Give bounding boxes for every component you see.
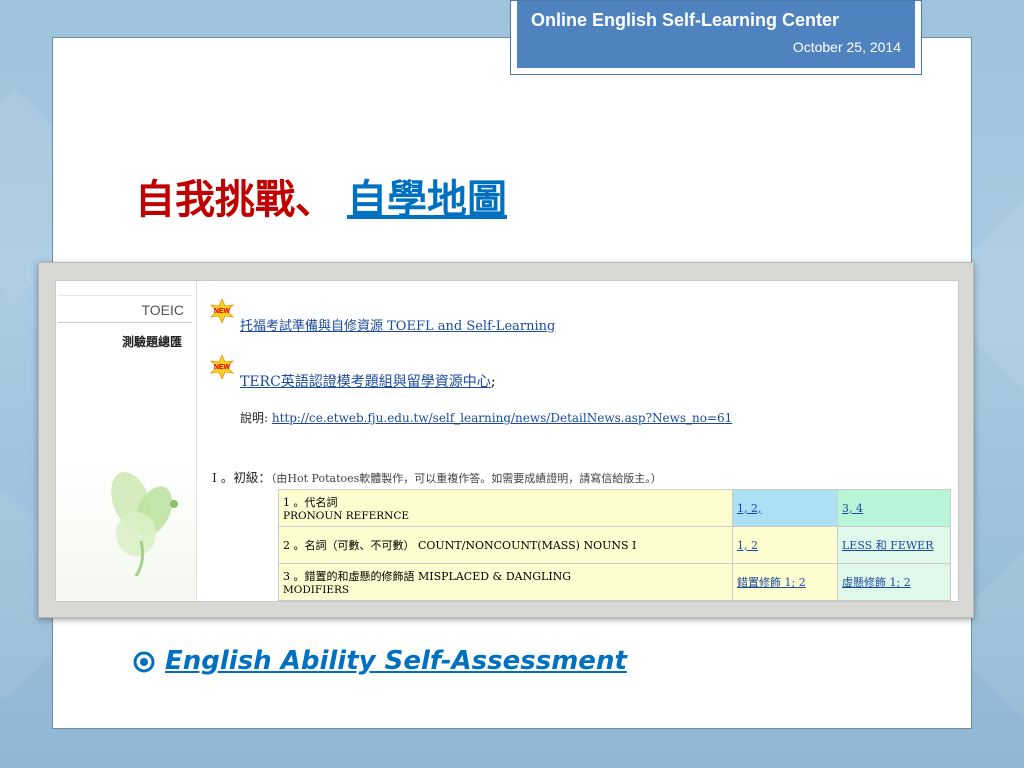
lesson-link[interactable]: 錯置修飾 1; 2 xyxy=(737,576,806,589)
level-heading: I 。初級：（由Hot Potatoes軟體製作，可以重複作答。如需要成績證明，… xyxy=(212,467,662,486)
description-line: 說明: http://ce.etweb.fju.edu.tw/self_lear… xyxy=(240,409,732,426)
lesson-subtitle: PRONOUN REFERNCE xyxy=(283,510,410,522)
screenshot-frame: TOEIC 測驗題總匯 NEW 托福考試準備與自修資源 TOEFL and Se… xyxy=(38,262,974,618)
slide-heading: 自我挑戰、 自學地圖 xyxy=(135,172,507,228)
lesson-subtitle: MODIFIERS xyxy=(283,584,350,596)
level-title: I 。初級： xyxy=(212,470,271,485)
lesson-title: 1 。代名詞 xyxy=(283,496,338,509)
lesson-links-cell: 1, 2, xyxy=(732,489,838,527)
lesson-link[interactable]: 虛懸修飾 1; 2 xyxy=(842,576,911,589)
lesson-title-cell: 1 。代名詞 PRONOUN REFERNCE xyxy=(278,489,733,527)
svg-text:NEW: NEW xyxy=(214,364,231,371)
lesson-table: 1 。代名詞 PRONOUN REFERNCE 1, 2, 3, 4 2 。名詞… xyxy=(278,489,951,601)
slide-header-panel: Online English Self-Learning Center Octo… xyxy=(517,1,915,68)
table-row: 1 。代名詞 PRONOUN REFERNCE 1, 2, 3, 4 xyxy=(278,489,951,527)
slide-header-box: Online English Self-Learning Center Octo… xyxy=(510,0,922,75)
lesson-title-cell: 3 。錯置的和虛懸的修飾語 MISPLACED & DANGLING MODIF… xyxy=(278,563,733,601)
lesson-links-cell: 虛懸修飾 1; 2 xyxy=(837,563,951,601)
lesson-links-cell: 錯置修飾 1; 2 xyxy=(732,563,838,601)
lesson-links-cell: 3, 4 xyxy=(837,489,951,527)
new-badge-icon: NEW xyxy=(210,355,234,379)
header-date: October 25, 2014 xyxy=(792,39,901,55)
sidebar-tab-toeic[interactable]: TOEIC xyxy=(58,295,192,323)
heading-text: 自我挑戰、 xyxy=(135,177,335,223)
lesson-link[interactable]: 1, 2 xyxy=(737,539,758,552)
lesson-title: 3 。錯置的和虛懸的修飾語 MISPLACED & DANGLING xyxy=(283,570,572,583)
new-badge-icon: NEW xyxy=(210,299,234,323)
description-label: 說明: xyxy=(240,411,269,425)
lesson-link[interactable]: 1, 2, xyxy=(737,502,762,515)
heading-link[interactable]: 自學地圖 xyxy=(347,177,507,223)
lesson-link[interactable]: LESS 和 FEWER xyxy=(842,539,934,552)
lesson-links-cell: 1, 2 xyxy=(732,526,838,564)
table-row: 2 。名詞（可數、不可數） COUNT/NONCOUNT(MASS) NOUNS… xyxy=(278,526,951,564)
svg-text:NEW: NEW xyxy=(214,308,231,315)
table-row: 3 。錯置的和虛懸的修飾語 MISPLACED & DANGLING MODIF… xyxy=(278,563,951,601)
screenshot-sidebar: TOEIC 測驗題總匯 xyxy=(56,281,197,601)
lesson-title: 2 。名詞（可數、不可數） COUNT/NONCOUNT(MASS) NOUNS… xyxy=(283,539,637,552)
bullet-icon xyxy=(133,651,155,673)
lesson-links-cell: LESS 和 FEWER xyxy=(837,526,951,564)
terc-link-suffix: ; xyxy=(490,374,496,390)
header-title: Online English Self-Learning Center xyxy=(531,10,840,30)
screenshot-content: NEW 托福考試準備與自修資源 TOEFL and Self-Learning … xyxy=(206,281,956,601)
self-assessment-link[interactable]: English Ability Self-Assessment xyxy=(165,646,627,676)
level-note: （由Hot Potatoes軟體製作，可以重複作答。如需要成績證明，請寫信給版主… xyxy=(270,472,662,485)
sidebar-item-test-collection[interactable]: 測驗題總匯 xyxy=(58,333,182,350)
description-url[interactable]: http://ce.etweb.fju.edu.tw/self_learning… xyxy=(272,411,732,425)
embedded-screenshot: TOEIC 測驗題總匯 NEW 托福考試準備與自修資源 TOEFL and Se… xyxy=(55,280,959,602)
link-toefl: 托福考試準備與自修資源 TOEFL and Self-Learning xyxy=(240,315,555,334)
lesson-link[interactable]: 3, 4 xyxy=(842,502,863,515)
lesson-title-cell: 2 。名詞（可數、不可數） COUNT/NONCOUNT(MASS) NOUNS… xyxy=(278,526,733,564)
link-terc: TERC英語認證模考題組與留學資源中心; xyxy=(240,371,496,391)
flower-icon xyxy=(111,472,178,576)
toefl-link[interactable]: 托福考試準備與自修資源 TOEFL and Self-Learning xyxy=(240,319,555,334)
terc-link[interactable]: TERC英語認證模考題組與留學資源中心 xyxy=(240,374,491,390)
